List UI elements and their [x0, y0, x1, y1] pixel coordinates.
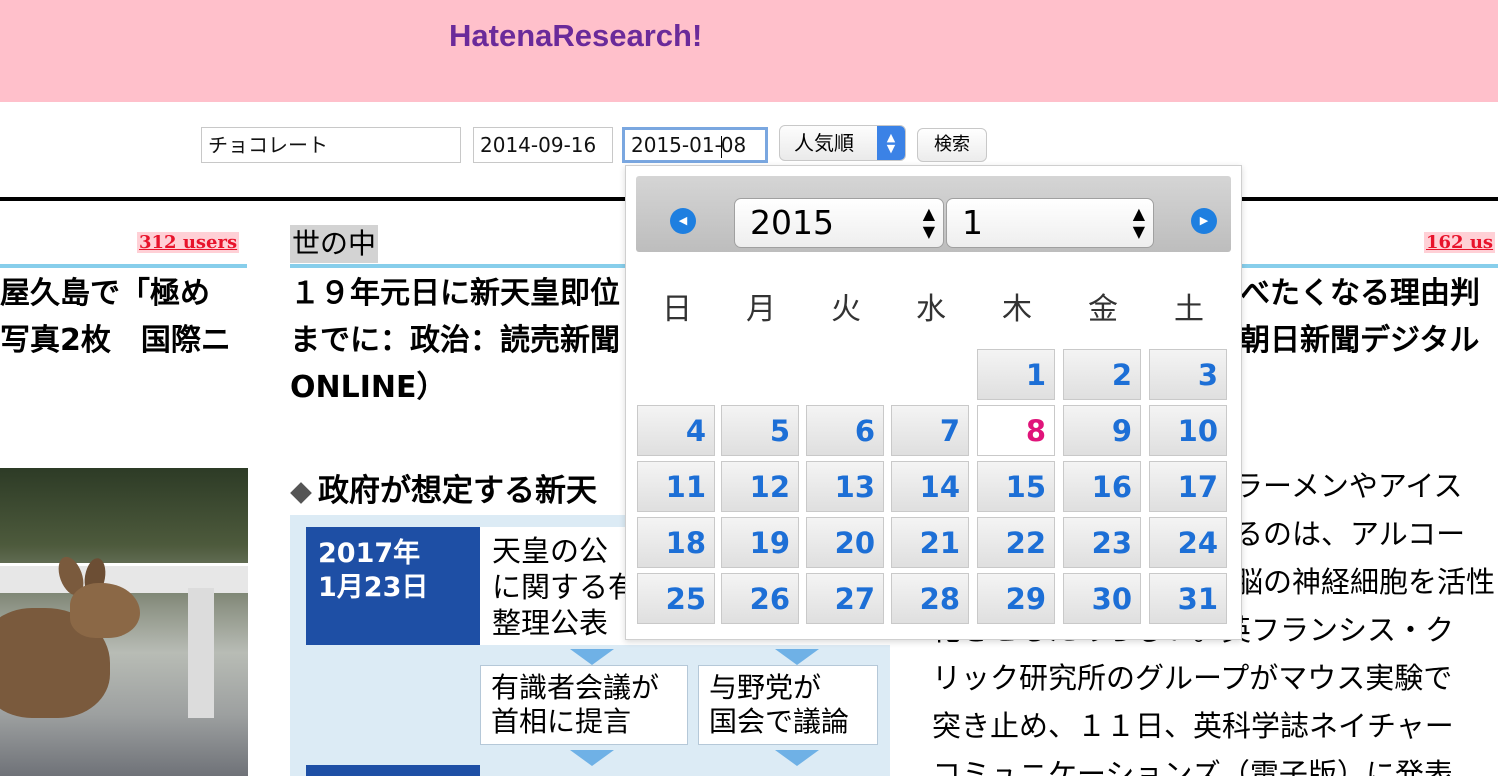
calendar-day[interactable]: 30 [1063, 573, 1141, 624]
calendar-day[interactable]: 2 [1063, 349, 1141, 400]
down-arrow-icon [570, 649, 614, 665]
title-line: 写真2枚 国際ニ [0, 323, 231, 358]
calendar-day[interactable]: 28 [891, 573, 969, 624]
weekday-header: 火 [831, 292, 861, 327]
calendar-day[interactable]: 9 [1063, 405, 1141, 456]
weekday-header: 日 [662, 292, 692, 327]
updown-chevron-icon: ▲ ▼ [922, 204, 935, 241]
body-line: 突き止め、１１日、英科学誌ネイチャー [932, 709, 1454, 743]
calendar-day[interactable]: 31 [1149, 573, 1227, 624]
updown-chevron-icon: ▲ ▼ [1132, 204, 1145, 241]
weekday-header: 木 [1002, 292, 1032, 327]
calendar-day[interactable]: 29 [977, 573, 1055, 624]
calendar-day[interactable]: 8 [977, 405, 1055, 456]
calendar-day[interactable]: 7 [891, 405, 969, 456]
title-line: までに：政治：読売新聞 [290, 323, 620, 358]
weekday-header: 水 [916, 292, 946, 327]
calendar-day[interactable]: 4 [637, 405, 715, 456]
weekday-header: 金 [1088, 292, 1118, 327]
title-line: 屋久島で「極め [0, 276, 210, 311]
calendar-day[interactable]: 19 [721, 517, 799, 568]
sort-select-value: 人気順 [794, 131, 854, 155]
date-from-input[interactable]: 2014-09-16 [473, 127, 613, 163]
date-line: 1月23日 [318, 572, 429, 603]
datepicker-header: ◀ 2015 ▲ ▼ 1 ▲ ▼ ▶ [636, 176, 1231, 252]
calendar-day[interactable]: 21 [891, 517, 969, 568]
page: HatenaResearch! チョコレート 2014-09-16 2015-0… [0, 0, 1498, 776]
year-select-value: 2015 [750, 203, 834, 242]
article-title[interactable]: １９年元日に新天皇即位 までに：政治：読売新聞 ONLINE） [290, 270, 630, 411]
year-select[interactable]: 2015 ▲ ▼ [734, 198, 944, 248]
divider [1240, 264, 1498, 268]
article-title[interactable]: べたくなる理由判 朝日新聞デジタル [1240, 270, 1498, 364]
date-line: 2017年 [318, 538, 421, 569]
calendar-day[interactable]: 16 [1063, 461, 1141, 512]
calendar-day[interactable]: 6 [806, 405, 884, 456]
calendar-day[interactable]: 18 [637, 517, 715, 568]
calendar-day[interactable]: 12 [721, 461, 799, 512]
calendar-day[interactable]: 17 [1149, 461, 1227, 512]
bookmark-users-badge[interactable]: 162 us [1424, 232, 1496, 253]
month-select[interactable]: 1 ▲ ▼ [946, 198, 1154, 248]
calendar-day[interactable]: 14 [891, 461, 969, 512]
sort-select[interactable]: 人気順 ▲ ▼ [779, 125, 906, 161]
updown-chevron-icon: ▲ ▼ [877, 126, 905, 160]
infographic-date: 2017年 1月23日 [306, 527, 480, 645]
category-label: 世の中 [290, 225, 379, 263]
datepicker-popup: ◀ 2015 ▲ ▼ 1 ▲ ▼ ▶ 日月火水木金土 1 2 3 4 5 6 7 8 9 10 11 12 1… [625, 165, 1242, 640]
infographic-date-next [306, 765, 480, 776]
next-month-icon[interactable]: ▶ [1191, 208, 1217, 234]
infographic-step: 有識者会議が 首相に提言 [480, 665, 688, 745]
keyword-input[interactable]: チョコレート [201, 127, 461, 163]
bookmark-users-badge[interactable]: 312 users [137, 232, 240, 253]
step-line: 首相に提言 [491, 705, 632, 738]
calendar-day[interactable]: 25 [637, 573, 715, 624]
calendar-day[interactable]: 27 [806, 573, 884, 624]
calendar-day[interactable]: 13 [806, 461, 884, 512]
month-select-value: 1 [962, 203, 983, 242]
calendar-day[interactable]: 15 [977, 461, 1055, 512]
calendar-day[interactable]: 5 [721, 405, 799, 456]
divider [290, 264, 625, 268]
title-line: １９年元日に新天皇即位 [290, 276, 620, 311]
site-logo[interactable]: HatenaResearch! [449, 18, 702, 54]
title-line: ONLINE） [290, 370, 447, 405]
body-line: コミュニケーションズ（電子版）に発表 [932, 757, 1453, 776]
date-to-input[interactable]: 2015-01-08 [622, 127, 768, 163]
calendar-day[interactable]: 24 [1149, 517, 1227, 568]
weekday-header: 月 [746, 292, 776, 327]
down-arrow-icon [775, 649, 819, 665]
calendar-day[interactable]: 1 [977, 349, 1055, 400]
body-line: リック研究所のグループがマウス実験で [932, 661, 1453, 695]
article-thumbnail[interactable] [0, 468, 248, 776]
infographic-title-text: 政府が想定する新天 [318, 473, 597, 509]
weekday-header: 土 [1174, 292, 1204, 327]
prev-month-icon[interactable]: ◀ [670, 208, 696, 234]
article-title[interactable]: 屋久島で「極め 写真2枚 国際ニ [0, 270, 247, 364]
down-arrow-icon [570, 750, 614, 766]
calendar-day[interactable]: 22 [977, 517, 1055, 568]
divider [0, 264, 247, 268]
infographic-step: 与野党が 国会で議論 [698, 665, 878, 745]
calendar-day[interactable]: 11 [637, 461, 715, 512]
calendar-day[interactable]: 23 [1063, 517, 1141, 568]
title-line: 朝日新聞デジタル [1240, 323, 1480, 358]
date-to-text-after: 08 [720, 133, 747, 157]
cube-icon [290, 481, 312, 504]
down-arrow-icon [775, 750, 819, 766]
guardrail-post-shape [188, 588, 214, 718]
infographic-title: 政府が想定する新天 [290, 465, 597, 510]
calendar-day[interactable]: 20 [806, 517, 884, 568]
calendar-day[interactable]: 3 [1149, 349, 1227, 400]
step-line: 与野党が [709, 671, 822, 704]
step-line: 国会で議論 [709, 705, 850, 738]
calendar-day[interactable]: 10 [1149, 405, 1227, 456]
site-header: HatenaResearch! [0, 0, 1498, 102]
date-to-text-before: 2015-01- [631, 133, 722, 157]
step-line: 有識者会議が [491, 671, 660, 704]
search-button[interactable]: 検索 [917, 128, 987, 162]
calendar-day[interactable]: 26 [721, 573, 799, 624]
title-line: べたくなる理由判 [1240, 276, 1480, 311]
